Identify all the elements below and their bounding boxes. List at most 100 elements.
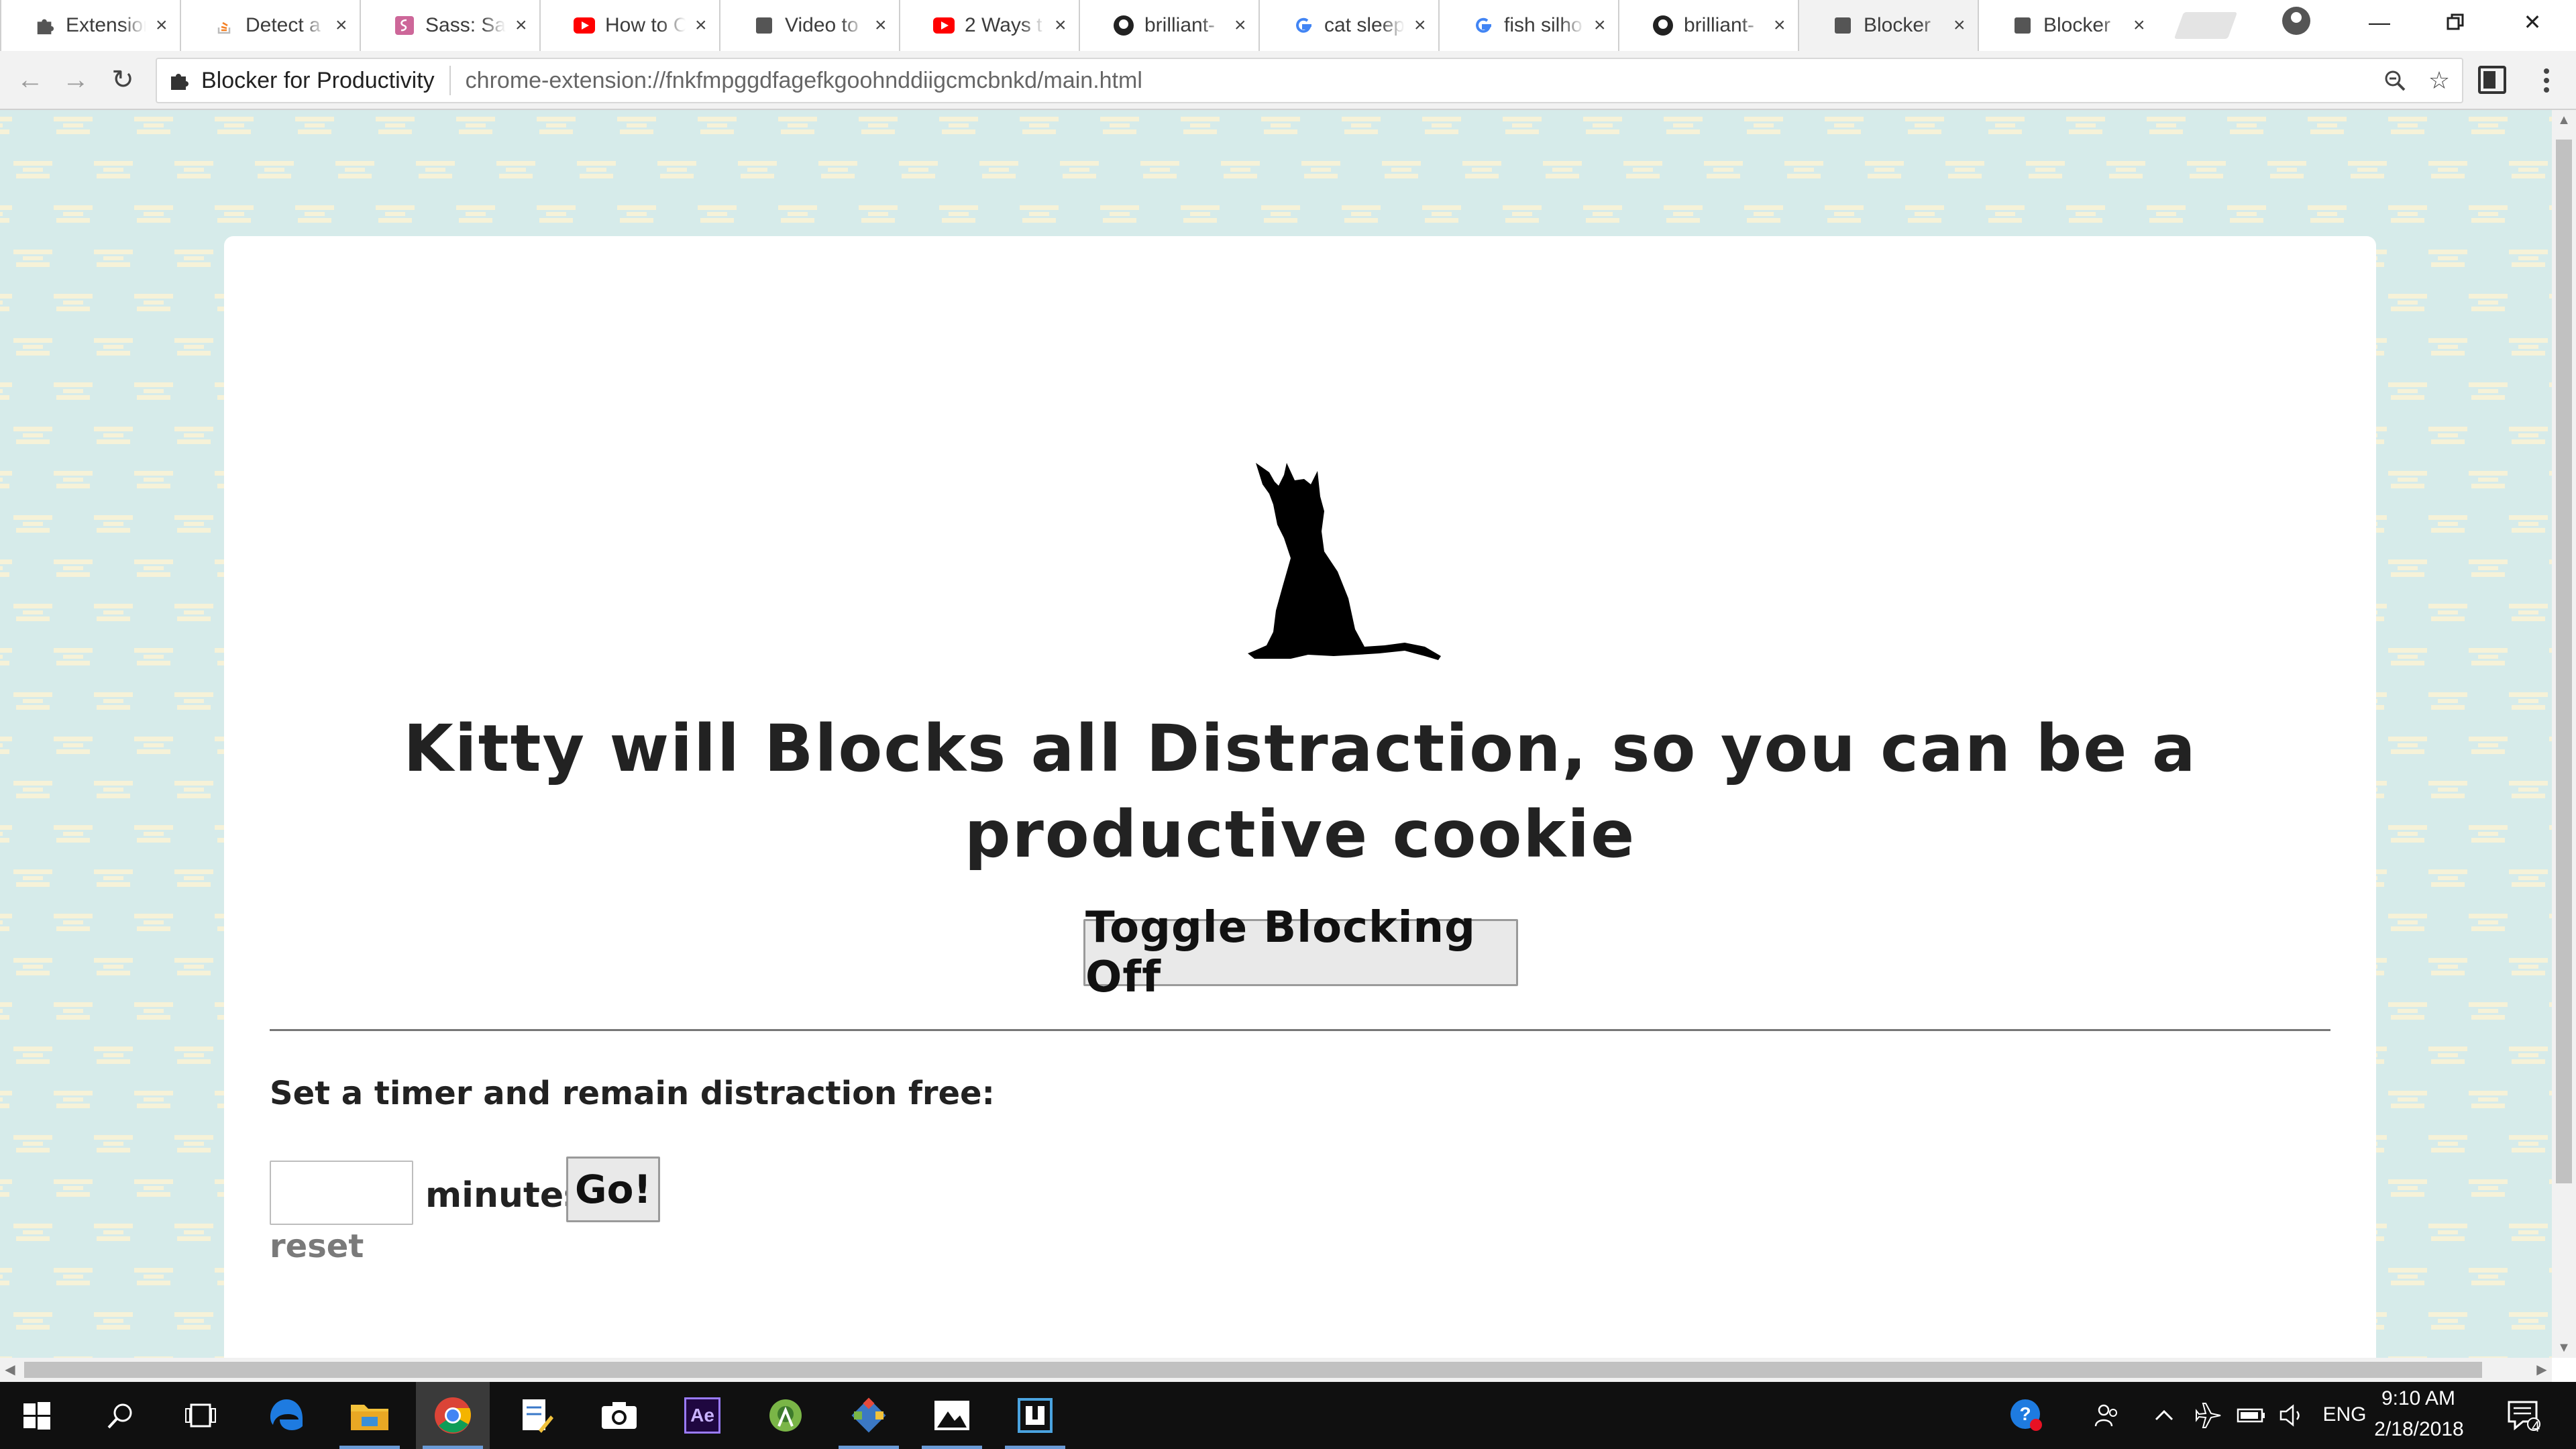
url-text[interactable]: chrome-extension://fnkfmpggdfagefkgoohnd…	[451, 68, 1142, 94]
close-tab-icon[interactable]: ×	[1774, 14, 1786, 37]
zoom-icon[interactable]	[2380, 66, 2410, 95]
tab-title: brilliant-	[1684, 14, 1755, 36]
scroll-down-icon[interactable]: ▼	[2552, 1338, 2576, 1358]
horizontal-scrollbar[interactable]: ◀ ▶	[0, 1358, 2552, 1382]
tab-title: Blocker	[1864, 14, 1931, 36]
site-info[interactable]: Blocker for Productivity	[157, 66, 451, 95]
address-bar[interactable]: Blocker for Productivity chrome-extensio…	[156, 58, 2463, 103]
people-icon[interactable]	[2080, 1382, 2133, 1449]
browser-tab[interactable]: cat sleep ×	[1258, 0, 1438, 51]
browser-tab[interactable]: brilliant- ×	[1618, 0, 1798, 51]
help-icon[interactable]: ?	[1996, 1382, 2057, 1449]
page-viewport: Kitty will Blocks all Distraction, so yo…	[0, 110, 2552, 1358]
chevron-up-icon[interactable]	[2144, 1382, 2184, 1449]
youtube-icon	[573, 14, 596, 37]
reset-link[interactable]: reset	[270, 1228, 364, 1265]
bookmark-star-icon[interactable]: ☆	[2424, 66, 2454, 95]
github-icon	[1652, 14, 1674, 37]
tab-title: fish silho	[1504, 14, 1582, 36]
battery-icon[interactable]	[2231, 1382, 2271, 1449]
close-tab-icon[interactable]: ×	[1953, 14, 1966, 37]
browser-tab[interactable]: brilliant- ×	[1079, 0, 1258, 51]
browser-tab[interactable]: Blocker ×	[1978, 0, 2157, 51]
scroll-up-icon[interactable]: ▲	[2552, 110, 2576, 130]
extension-icon[interactable]	[2478, 66, 2506, 94]
browser-tab[interactable]: 2 Ways t ×	[899, 0, 1079, 51]
reload-icon[interactable]: ↻	[105, 62, 141, 98]
toggle-blocking-button[interactable]: Toggle Blocking Off	[1083, 903, 1518, 1002]
close-tab-icon[interactable]: ×	[335, 14, 347, 37]
main-card: Kitty will Blocks all Distraction, so yo…	[224, 236, 2376, 1358]
browser-tab[interactable]: Sass: Sass ×	[360, 0, 539, 51]
new-tab-button[interactable]	[2174, 12, 2238, 39]
page-headline: Kitty will Blocks all Distraction, so yo…	[403, 711, 2197, 872]
back-icon[interactable]: ←	[12, 62, 48, 98]
volume-icon[interactable]	[2271, 1382, 2312, 1449]
tab-title: cat sleep	[1324, 14, 1405, 36]
vertical-scrollbar[interactable]: ▲ ▼	[2552, 110, 2576, 1358]
close-tab-icon[interactable]: ×	[875, 14, 887, 37]
go-button[interactable]: Go!	[566, 1157, 660, 1222]
task-view-icon[interactable]	[164, 1382, 237, 1449]
tab-title: Detect a	[246, 14, 321, 36]
airplane-mode-icon[interactable]	[2188, 1382, 2229, 1449]
search-icon[interactable]	[83, 1382, 157, 1449]
forward-icon[interactable]: →	[58, 62, 94, 98]
close-window-icon[interactable]: ✕	[2496, 0, 2569, 44]
browser-tab[interactable]: Blocker ×	[1798, 0, 1978, 51]
app-icon[interactable]	[998, 1382, 1072, 1449]
tab-title: Extensions	[66, 14, 146, 36]
close-tab-icon[interactable]: ×	[1234, 14, 1246, 37]
menu-icon[interactable]	[2533, 62, 2560, 99]
vertical-scroll-thumb[interactable]	[2556, 140, 2572, 1183]
restore-icon[interactable]	[2419, 0, 2493, 44]
scroll-right-icon[interactable]: ▶	[2532, 1358, 2552, 1382]
file-explorer-icon[interactable]	[333, 1382, 407, 1449]
timer-label: Set a timer and remain distraction free:	[270, 1075, 995, 1112]
close-tab-icon[interactable]: ×	[1594, 14, 1606, 37]
close-tab-icon[interactable]: ×	[1055, 14, 1067, 37]
browser-tab[interactable]: fish silho ×	[1438, 0, 1618, 51]
clock-date[interactable]: 2/18/2018	[2372, 1418, 2466, 1441]
puzzle-icon	[168, 69, 191, 92]
browser-tab[interactable]: Video to ×	[719, 0, 899, 51]
minutes-input[interactable]	[270, 1161, 413, 1225]
after-effects-icon[interactable]: Ae	[665, 1382, 739, 1449]
tab-title: Blocker	[2043, 14, 2111, 36]
close-tab-icon[interactable]: ×	[1414, 14, 1426, 37]
site-name: Blocker for Productivity	[201, 67, 435, 93]
scroll-left-icon[interactable]: ◀	[0, 1358, 20, 1382]
minutes-label: minutes	[425, 1175, 585, 1216]
start-icon[interactable]	[0, 1382, 74, 1449]
browser-tab[interactable]: How to C ×	[539, 0, 719, 51]
minimize-icon[interactable]: —	[2343, 0, 2416, 44]
page-icon	[2011, 14, 2034, 37]
language-indicator[interactable]: ENG	[2314, 1403, 2375, 1426]
tab-title: Sass: Sass	[425, 14, 506, 36]
svg-text:?: ?	[2019, 1403, 2031, 1424]
horizontal-scroll-thumb[interactable]	[24, 1362, 2482, 1378]
tab-title: 2 Ways t	[965, 14, 1042, 36]
close-tab-icon[interactable]: ×	[695, 14, 707, 37]
youtube-icon	[932, 14, 955, 37]
photos-icon[interactable]	[915, 1382, 989, 1449]
close-tab-icon[interactable]: ×	[515, 14, 527, 37]
puzzle-icon	[34, 14, 56, 37]
profile-icon[interactable]	[2282, 7, 2310, 35]
git-icon[interactable]	[832, 1382, 906, 1449]
android-studio-icon[interactable]	[749, 1382, 822, 1449]
close-tab-icon[interactable]: ×	[2133, 14, 2145, 37]
edge-icon[interactable]	[250, 1382, 323, 1449]
notepad-icon[interactable]	[499, 1382, 573, 1449]
notifications-icon[interactable]: 4	[2490, 1382, 2557, 1449]
sass-icon	[393, 14, 416, 37]
browser-tab[interactable]: Extensions ×	[0, 0, 180, 51]
browser-tab[interactable]: Detect a ×	[180, 0, 360, 51]
cat-silhouette	[1190, 437, 1445, 665]
camera-icon[interactable]	[582, 1382, 656, 1449]
google-icon	[1472, 14, 1495, 37]
clock-time[interactable]: 9:10 AM	[2375, 1387, 2462, 1410]
stackoverflow-icon	[213, 14, 236, 37]
close-tab-icon[interactable]: ×	[156, 14, 168, 37]
chrome-icon[interactable]	[416, 1382, 490, 1449]
